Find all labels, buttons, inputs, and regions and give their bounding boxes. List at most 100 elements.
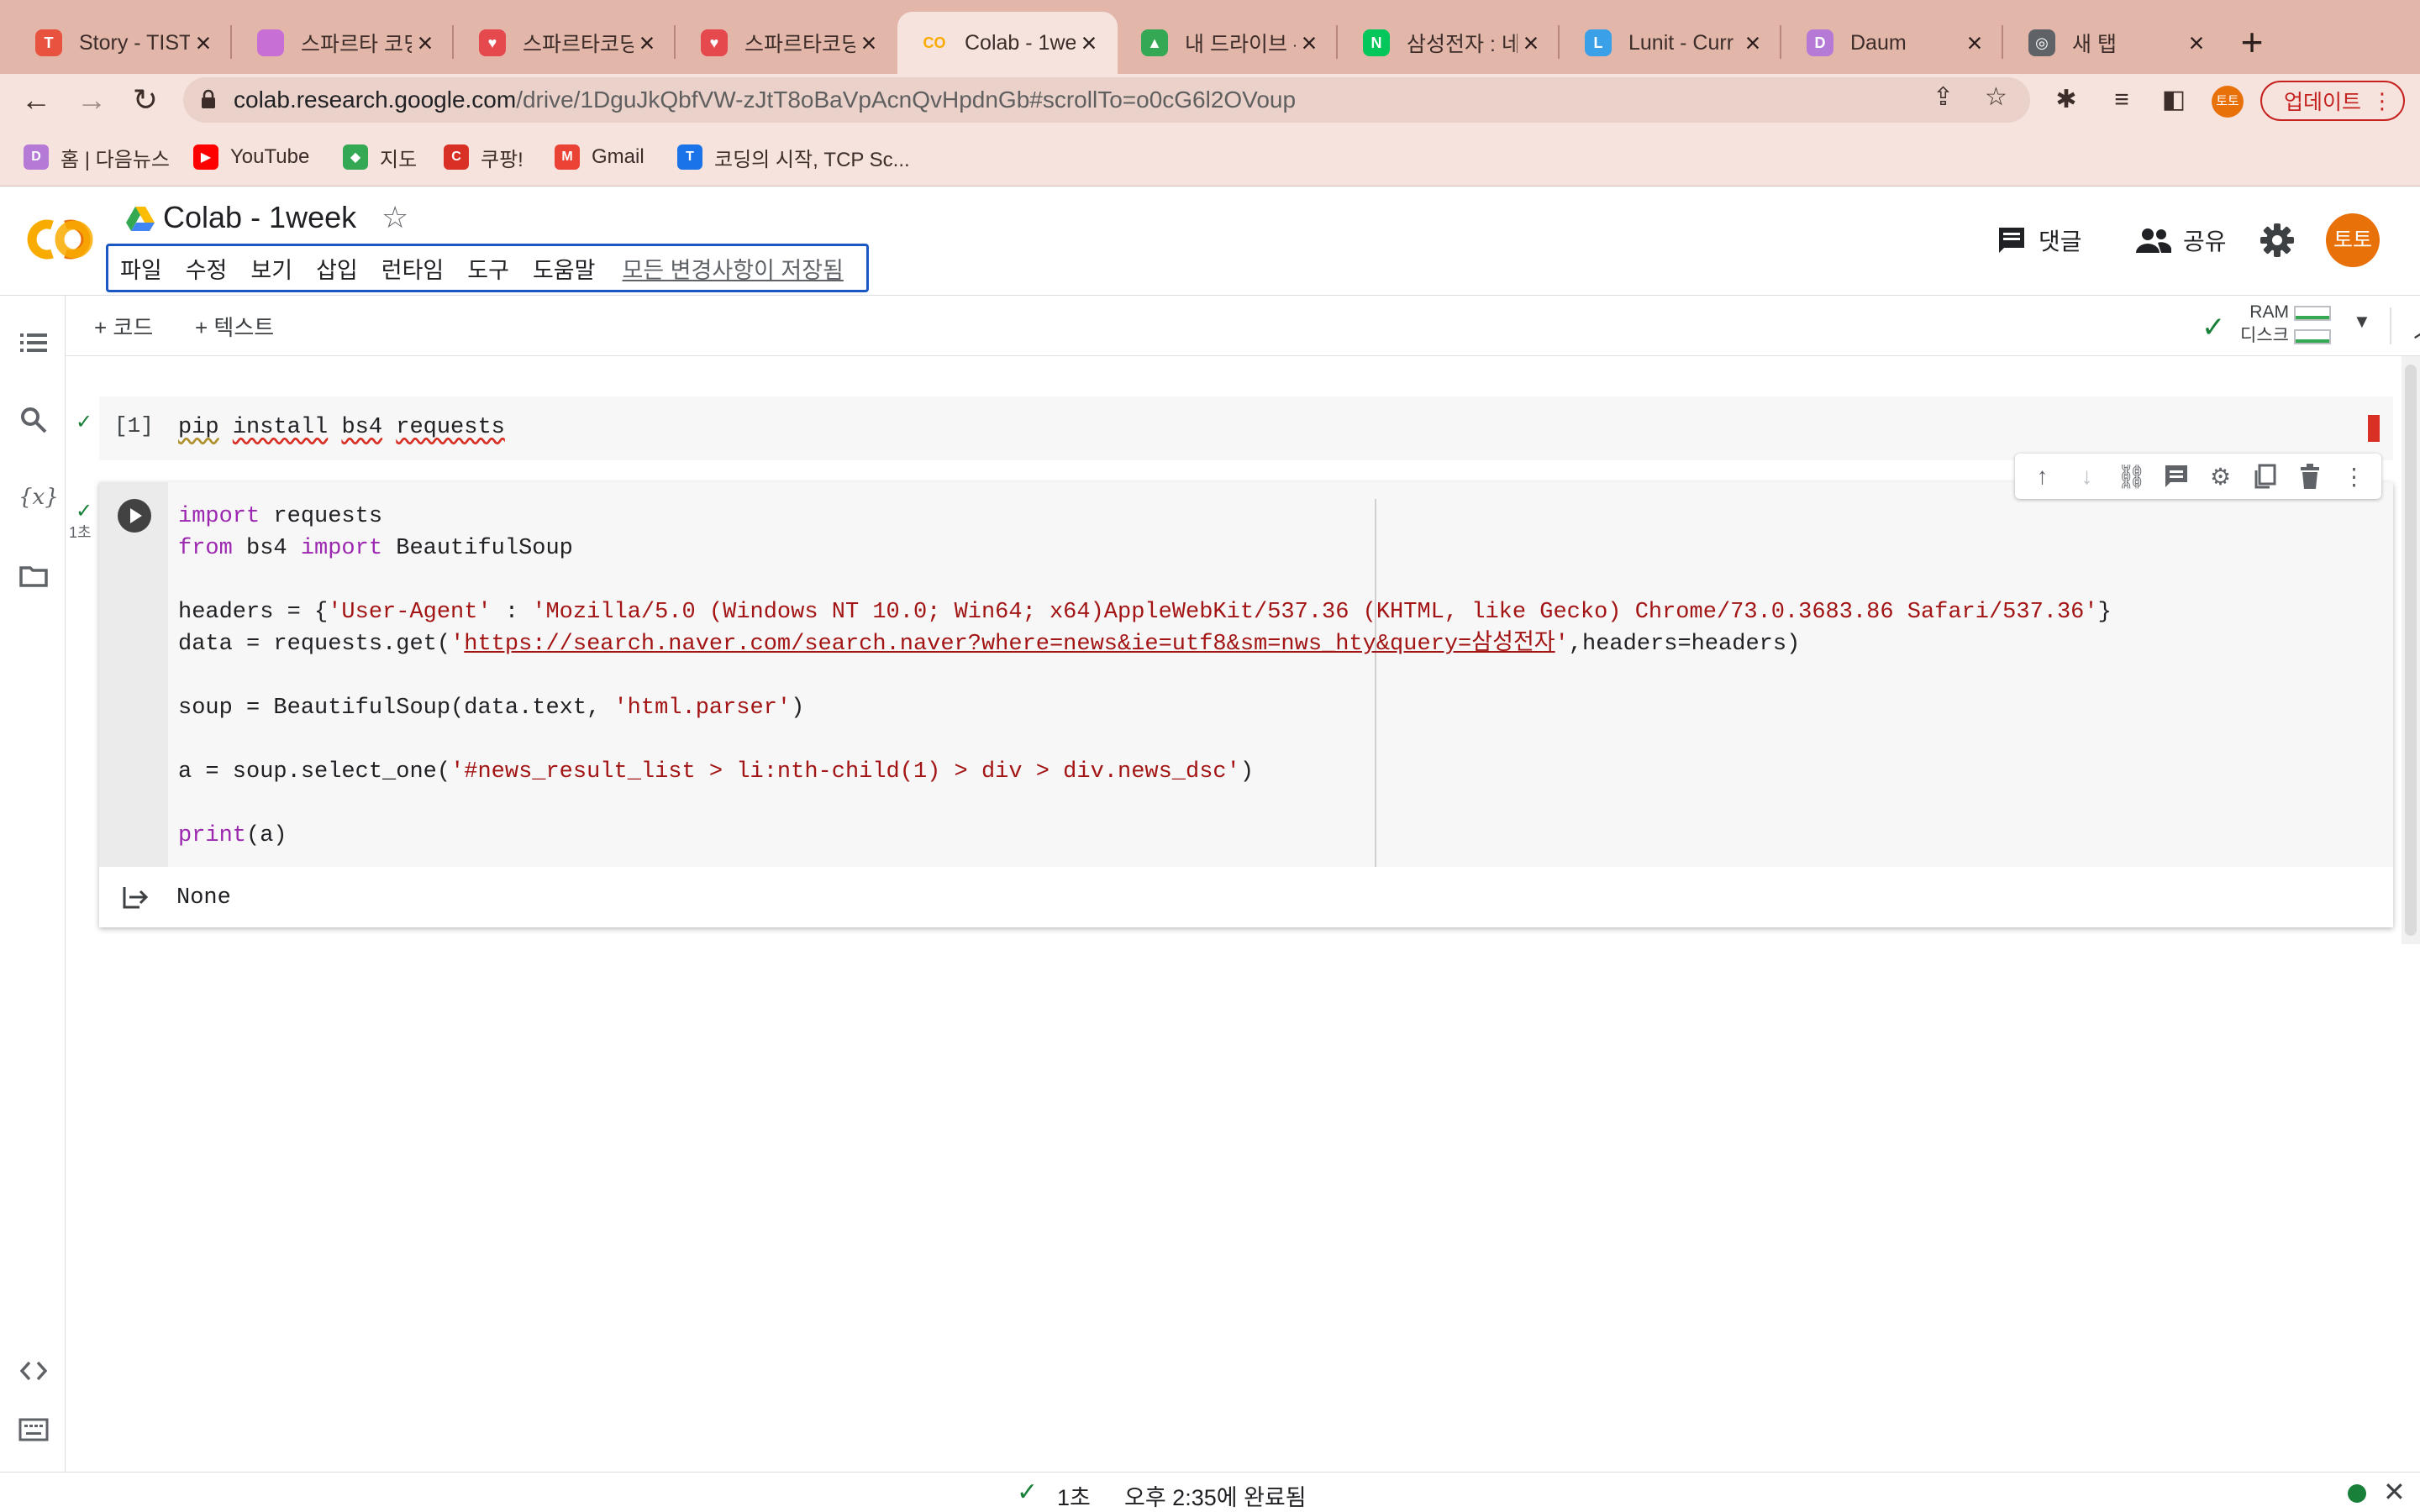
bookmark-item[interactable]: C 쿠팡! [444,143,523,171]
table-of-contents-icon[interactable] [18,328,49,358]
output-arrow-icon[interactable] [121,884,150,911]
tab-close-icon[interactable]: × [2183,28,2210,59]
execution-duration[interactable]: 1초 [1057,1479,1091,1512]
disk-label: 디스크 [2240,326,2289,345]
colab-logo[interactable] [24,215,94,264]
code-cell-1[interactable]: [1] pip install bs4 requests [99,396,2393,460]
cell-2-code[interactable]: import requests from bs4 import Beautifu… [178,501,2112,852]
address-bar[interactable]: colab.research.google.com/drive/1DguJkQb… [183,77,2030,123]
save-status-link[interactable]: 모든 변경사항이 저장됨 [623,252,844,285]
cell-settings-gear-icon[interactable]: ⚙ [2207,462,2235,491]
browser-tab[interactable]: ◎ 새 탭 × [2005,12,2225,74]
close-icon[interactable]: ✕ [2383,1476,2406,1508]
bookmark-star-icon[interactable]: ☆ [1985,82,2007,112]
add-text-cell-button[interactable]: + 텍스트 [195,311,274,342]
profile-avatar[interactable]: 토토 [2212,86,2244,118]
extensions-icon[interactable]: ✱ [2050,84,2082,116]
code-token: } [2097,600,2112,625]
forward-button[interactable]: → [71,79,113,121]
cell-2-editor[interactable]: import requests from bs4 import Beautifu… [168,482,2393,867]
code-snippets-icon[interactable] [18,1356,49,1386]
settings-gear-icon[interactable] [2259,222,2296,259]
more-vert-icon: ⋮ [2371,87,2393,113]
tab-close-icon[interactable]: × [412,28,439,59]
tab-close-icon[interactable]: × [855,28,882,59]
reload-button[interactable]: ↻ [124,79,166,121]
resource-meters[interactable] [2294,306,2331,353]
completed-time[interactable]: 오후 2:35에 완료됨 [1124,1479,1307,1512]
more-vert-icon[interactable]: ⋮ [2340,462,2369,491]
bookmark-item[interactable]: ◆ 지도 [343,143,417,171]
star-icon[interactable]: ☆ [381,200,408,235]
browser-tab-title: 내 드라이브 - [1185,33,1296,56]
menu-view[interactable]: 보기 [250,252,292,285]
tab-close-icon[interactable]: × [634,28,660,59]
user-avatar[interactable]: 토토 [2326,213,2380,267]
new-tab-button[interactable]: + [2233,18,2270,66]
update-button[interactable]: 업데이트 ⋮ [2260,81,2405,121]
search-icon[interactable] [18,405,49,435]
link-icon[interactable]: ⛓ [2117,462,2147,491]
browser-tab[interactable]: ♥ 스파르타코딩 × [455,12,676,74]
daum-icon: D [24,144,49,170]
cell-gutter [99,482,168,867]
cell-2-success-check-icon: ✓ [76,500,93,522]
bookmark-item[interactable]: ▶ YouTube [193,143,309,171]
mirror-cell-icon[interactable] [2251,462,2280,491]
code-url-link[interactable]: https://search.naver.com/search.naver?wh… [464,632,1555,657]
browser-tab[interactable]: ♥ 스파르타코딩 × [677,12,897,74]
folder-icon[interactable] [18,561,49,591]
browser-tab[interactable]: ▲ 내 드라이브 - × [1118,12,1338,74]
run-cell-button[interactable] [118,499,151,533]
back-button[interactable]: ← [15,79,57,121]
scrollbar-thumb[interactable] [2405,365,2417,936]
side-panel-icon[interactable]: ◧ [2158,84,2190,116]
chevron-down-icon[interactable]: ▼ [2353,311,2371,333]
variables-icon[interactable]: {x} [18,482,59,512]
bookmark-item[interactable]: M Gmail [555,143,644,171]
tab-close-icon[interactable]: × [1296,28,1323,59]
terminal-icon[interactable] [18,1415,49,1445]
tab-close-icon[interactable]: × [1961,28,1988,59]
code-cell-2[interactable]: import requests from bs4 import Beautifu… [99,482,2393,927]
lock-icon [202,89,215,108]
browser-tab[interactable]: CO Colab - 1we × [897,12,1118,74]
menu-insert[interactable]: 삽입 [316,252,358,285]
tab-close-icon[interactable]: × [1076,28,1102,59]
google-drive-icon[interactable] [126,207,155,232]
code-token: requests [396,415,505,440]
resource-labels[interactable]: RAM 디스크 [2240,301,2289,348]
notebook-title[interactable]: Colab - 1week [163,200,356,235]
tab-close-icon[interactable]: × [1739,28,1766,59]
chevron-up-icon[interactable]: ︿ [2413,304,2420,345]
comment-icon[interactable] [2162,462,2191,491]
browser-tab[interactable]: D Daum × [1783,12,2003,74]
media-control-icon[interactable]: ≡ [2106,84,2138,116]
notebook-scrollbar[interactable] [2402,356,2420,944]
browser-tab[interactable]: T Story - TIST × [12,12,232,74]
code-token: ) [1239,759,1255,785]
browser-tab[interactable]: N 삼성전자 : 네 × [1339,12,1560,74]
disk-meter [2294,329,2331,344]
cell-1-code[interactable]: pip install bs4 requests [178,415,505,440]
bookmark-item[interactable]: D 홈 | 다음뉴스 [24,143,170,171]
share-button[interactable]: 공유 [2136,223,2227,257]
move-cell-up-icon[interactable]: ↑ [2028,462,2057,491]
menu-help[interactable]: 도움말 [533,252,596,285]
menu-file[interactable]: 파일 [120,252,162,285]
bookmark-item[interactable]: T 코딩의 시작, TCP Sc... [677,143,910,171]
menu-tools[interactable]: 도구 [467,252,509,285]
move-cell-down-icon[interactable]: ↓ [2073,462,2102,491]
browser-tab[interactable]: L Lunit - Curr × [1561,12,1781,74]
menu-runtime[interactable]: 런타임 [381,252,445,285]
delete-trash-icon[interactable] [2296,462,2324,491]
add-code-cell-button[interactable]: + 코드 [94,311,153,342]
url-path: /drive/1DguJkQbfVW-zJtT8oBaVpAcnQvHpdnGb… [516,87,1297,113]
tab-close-icon[interactable]: × [190,28,217,59]
tab-close-icon[interactable]: × [1518,28,1544,59]
browser-tab[interactable]: 스파르타 코딩 × [234,12,454,74]
menu-edit[interactable]: 수정 [186,252,228,285]
share-page-icon[interactable]: ⇪ [1933,82,1954,112]
gmail-icon: M [555,144,580,170]
comment-button[interactable]: 댓글 [1996,223,2082,257]
